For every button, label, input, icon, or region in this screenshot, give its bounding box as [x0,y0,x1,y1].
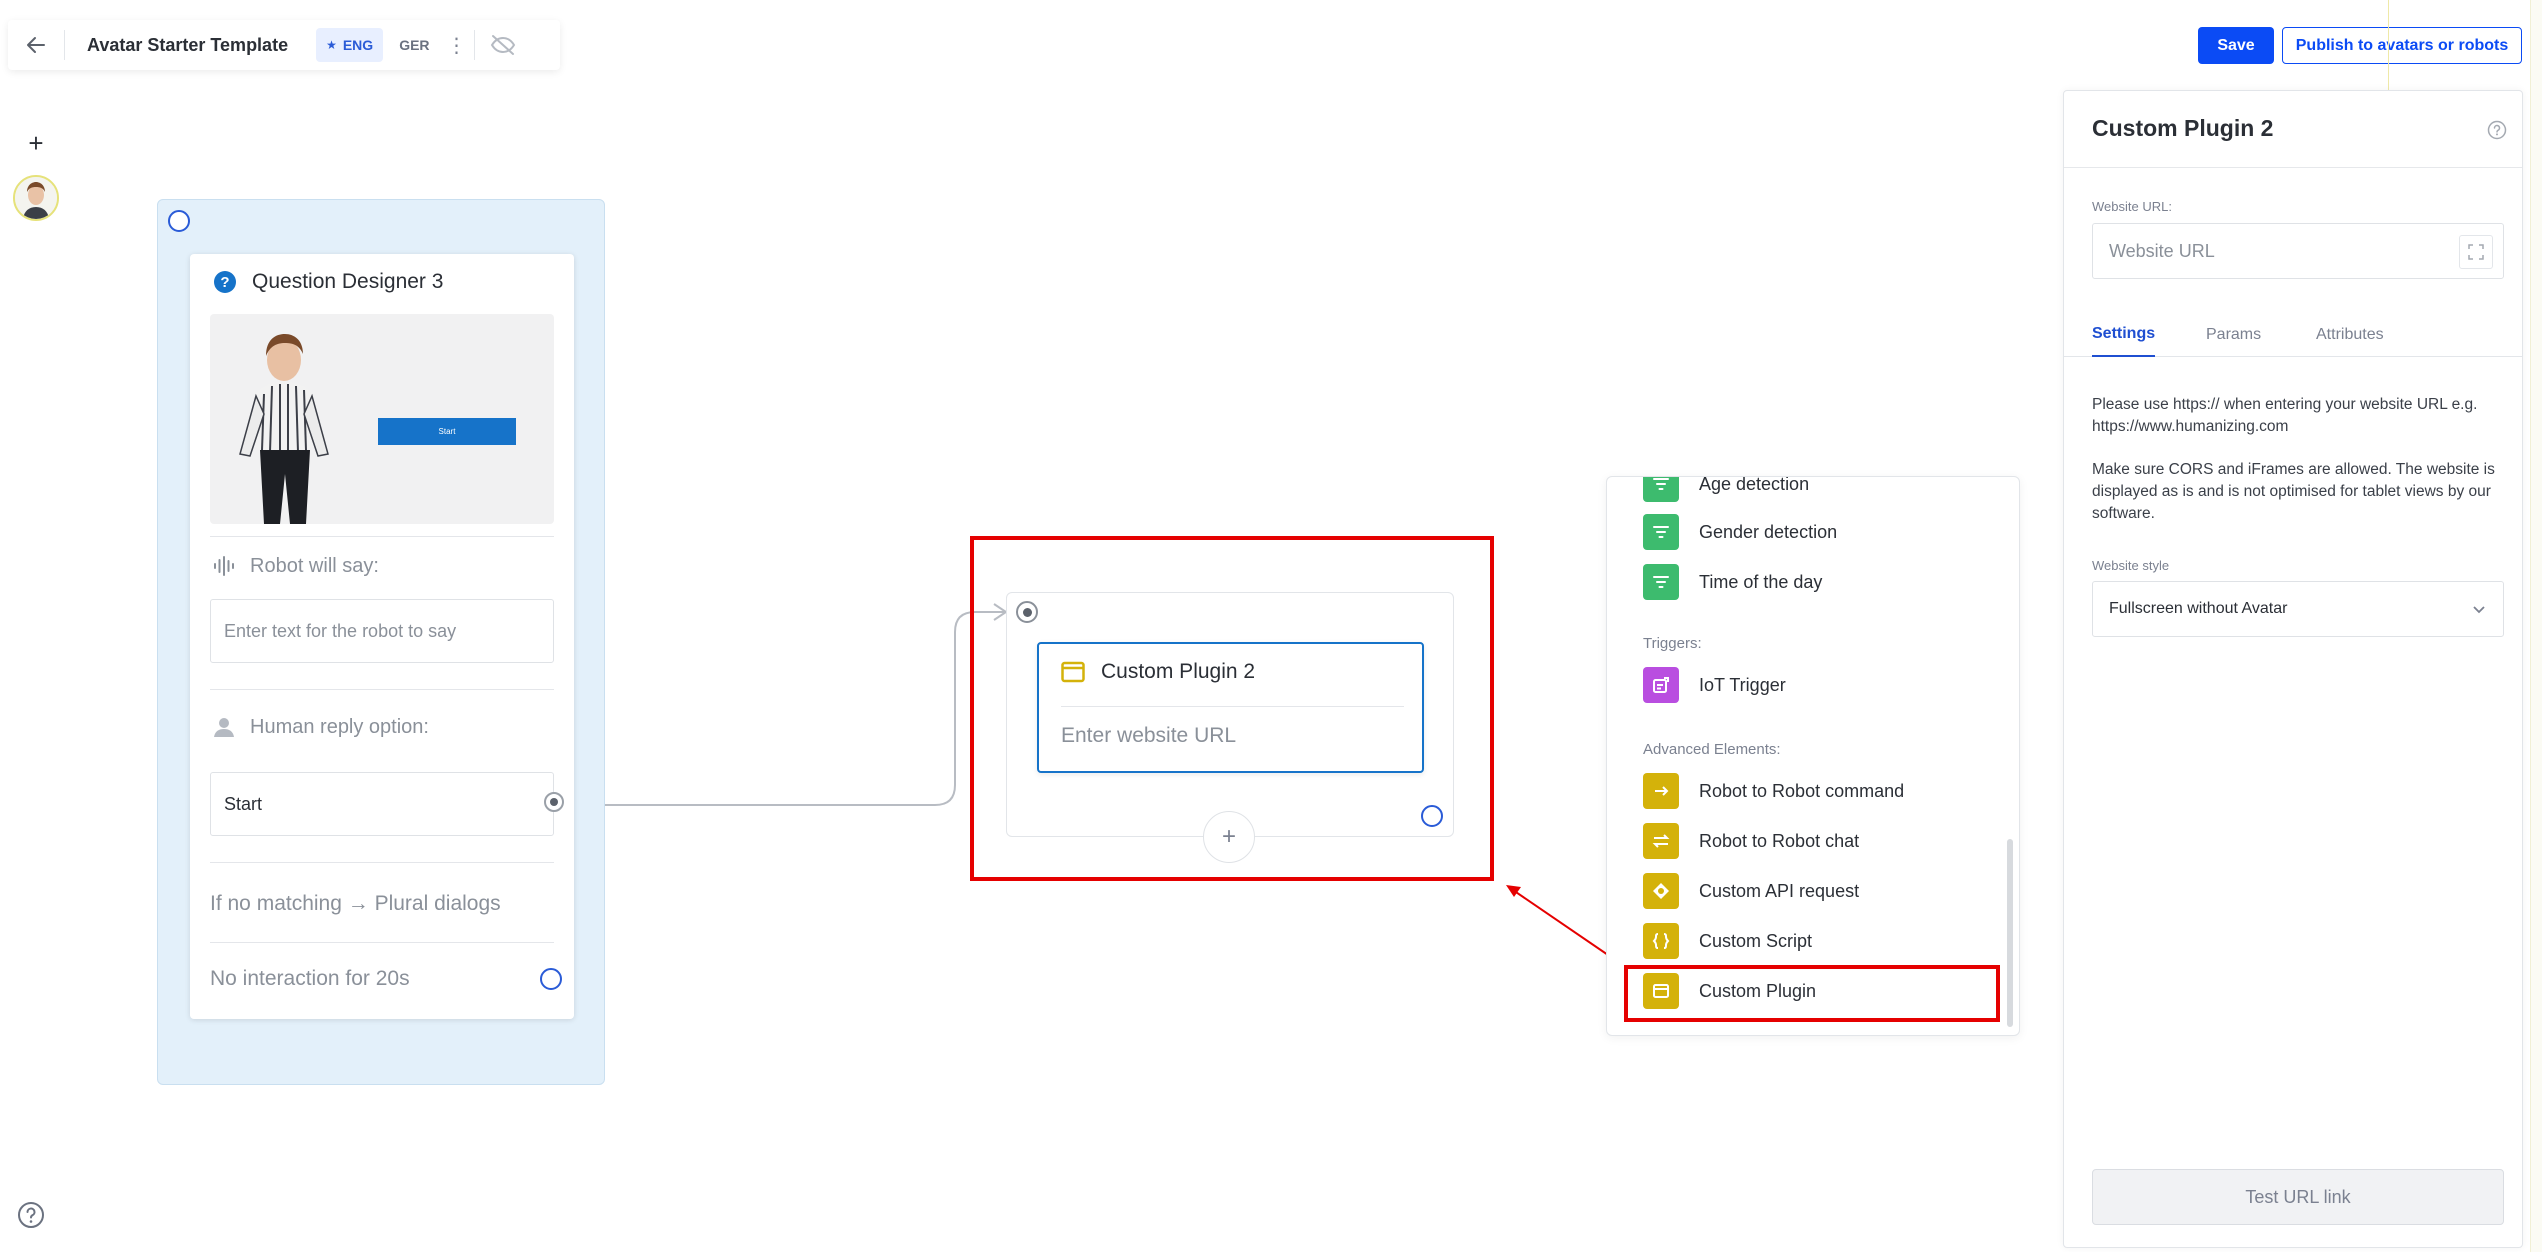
no-interaction-text: No interaction for 20s [210,967,410,990]
robot-say-label-text: Robot will say: [250,554,379,577]
section-divider [210,689,554,690]
palette-item-label: Custom Script [1699,930,1813,951]
api-icon [1643,873,1679,909]
palette-section-advanced: Advanced Elements: [1643,741,1781,758]
palette-item-age-detection[interactable]: Age detection [1643,476,1983,503]
arrow-left-icon [27,37,45,53]
test-url-button[interactable]: Test URL link [2092,1169,2504,1225]
cors-info-text: Make sure CORS and iFrames are allowed. … [2092,461,2495,522]
palette-section-triggers: Triggers: [1643,635,1702,652]
card-title: Question Designer 3 [252,270,444,293]
palette-item-custom-api[interactable]: Custom API request [1643,872,1983,910]
reply-output-port[interactable] [544,792,564,812]
soundwave-icon [214,556,234,576]
no-matching-text: If no matching → Plural dialogs [210,892,501,915]
avatar-preview[interactable]: Start [210,314,554,524]
visibility-toggle-button[interactable] [475,20,531,70]
avatar-face-icon [15,177,57,219]
chevron-down-icon [2473,606,2485,614]
swap-icon [1643,823,1679,859]
robot-say-label: Robot will say: [212,554,379,578]
braces-icon [1643,923,1679,959]
help-icon [18,1202,44,1228]
card-header: ? Question Designer 3 [214,270,443,294]
edge-guide [2388,0,2389,90]
palette-item-label: Time of the day [1699,571,1823,592]
tab-params[interactable]: Params [2206,313,2261,357]
palette-item-custom-script[interactable]: Custom Script [1643,922,1983,960]
arrow-right-icon [1643,773,1679,809]
question-designer-group[interactable]: ? Question Designer 3 Start Robot will s… [157,199,605,1085]
section-divider [210,942,554,943]
more-options-icon[interactable]: ⋮ [440,28,474,62]
save-button[interactable]: Save [2198,27,2274,64]
panel-title: Custom Plugin 2 [2092,115,2274,141]
section-divider [210,536,554,537]
avatar[interactable] [13,175,59,221]
annotation-highlight-box [970,536,1494,881]
person-icon [214,718,234,737]
palette-scrollbar[interactable] [2007,839,2013,1027]
palette-item-robot-chat[interactable]: Robot to Robot chat [1643,822,1983,860]
website-url-label: Website URL: [2092,199,2172,214]
tab-settings[interactable]: Settings [2092,313,2156,357]
human-reply-option-input[interactable]: Start [210,772,554,836]
help-button[interactable] [14,1198,48,1232]
filter-icon [1643,564,1679,600]
annotation-highlight-palette [1624,965,2000,1022]
element-palette: Age detection Gender detection Time of t… [1606,476,2020,1036]
star-icon: ★ [326,38,337,52]
connector-line [562,611,1004,806]
question-icon: ? [214,271,236,293]
panel-divider [2064,167,2522,168]
tab-attributes[interactable]: Attributes [2316,313,2384,357]
timeout-output-port[interactable] [540,968,562,990]
palette-item-label: IoT Trigger [1699,674,1786,695]
filter-icon [1643,477,1679,502]
section-divider [210,862,554,863]
back-button[interactable] [8,20,64,70]
language-tab-eng[interactable]: ★ ENG [316,28,384,62]
publish-button[interactable]: Publish to avatars or robots [2282,27,2522,64]
palette-item-label: Gender detection [1699,521,1838,542]
website-style-label: Website style [2092,558,2170,573]
editor-toolbar: Avatar Starter Template ★ ENG GER ⋮ [8,20,560,70]
palette-item-robot-command[interactable]: Robot to Robot command [1643,772,1983,810]
website-style-select[interactable]: Fullscreen without Avatar [2092,581,2504,637]
annotation-arrowhead [1506,885,1521,897]
palette-item-label: Robot to Robot command [1699,780,1905,801]
website-style-value: Fullscreen without Avatar [2109,600,2288,617]
eye-off-icon [490,35,515,55]
panel-tabs: Settings Params Attributes [2064,313,2522,357]
help-icon [2487,120,2507,140]
palette-item-gender-detection[interactable]: Gender detection [1643,513,1983,551]
website-url-input[interactable]: Website URL [2092,223,2504,279]
palette-item-label: Custom API request [1699,880,1860,901]
add-node-button[interactable]: + [18,125,54,161]
fullscreen-icon [2468,244,2484,260]
palette-item-iot-trigger[interactable]: IoT Trigger [1643,666,1983,704]
template-name: Avatar Starter Template [87,34,289,55]
palette-item-label: Robot to Robot chat [1699,830,1860,851]
edge-strip [2530,0,2542,1252]
url-info-text: Please use https:// when entering your w… [2092,396,2478,435]
preview-start-button: Start [378,418,516,445]
filter-icon [1643,514,1679,550]
human-reply-label-text: Human reply option: [250,715,429,738]
question-designer-card[interactable]: ? Question Designer 3 Start Robot will s… [190,254,574,1019]
palette-item-label: Age detection [1699,476,1810,494]
iot-icon [1643,667,1679,703]
website-url-placeholder: Website URL [2109,240,2215,261]
language-label: ENG [342,37,374,53]
panel-help-button[interactable] [2486,119,2508,141]
palette-item-time-of-day[interactable]: Time of the day [1643,563,1983,601]
expand-button[interactable] [2459,235,2493,269]
group-output-port[interactable] [168,210,190,232]
properties-panel: Custom Plugin 2 Website URL: Website URL… [2063,90,2523,1248]
language-tab-ger[interactable]: GER [389,28,439,62]
language-label: GER [399,37,430,53]
canvas: Avatar Starter Template ★ ENG GER ⋮ Save… [0,0,2542,1252]
human-reply-label: Human reply option: [212,715,429,739]
robot-say-input[interactable]: Enter text for the robot to say [210,599,554,663]
